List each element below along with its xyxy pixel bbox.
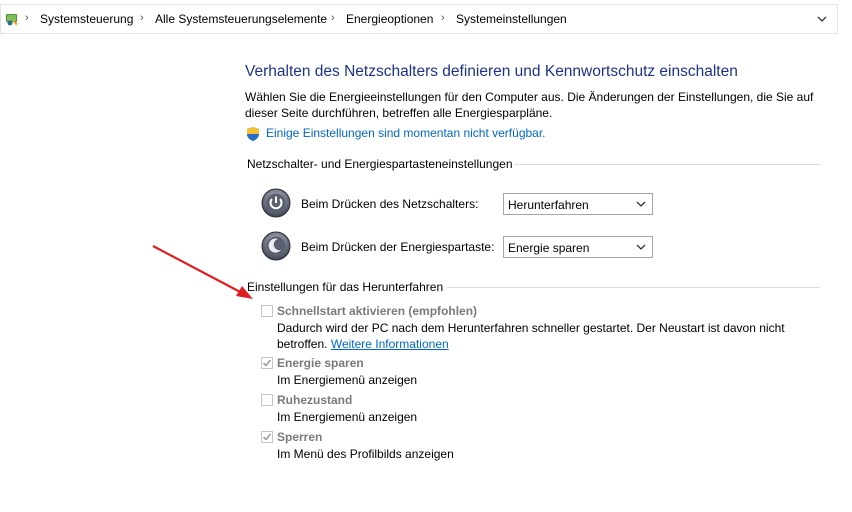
annotation-arrow-icon [152,245,253,299]
